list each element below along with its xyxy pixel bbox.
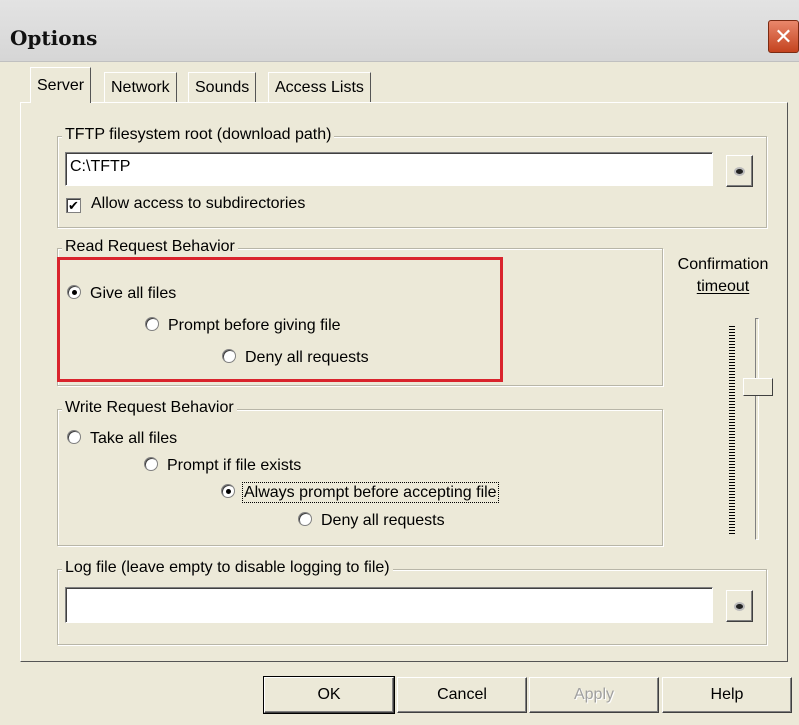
allow-subdirs-checkbox-row[interactable]: ✔ Allow access to subdirectories (66, 195, 305, 213)
tab-network-label: Network (111, 79, 170, 96)
write-option-prompt-exists[interactable]: Prompt if file exists (144, 457, 301, 475)
root-path-input[interactable]: C:\TFTP (65, 152, 713, 186)
tab-access-lists[interactable]: Access Lists (268, 72, 371, 102)
confirmation-label-line2: timeout (696, 278, 750, 295)
slider-thumb[interactable] (743, 378, 773, 396)
apply-button[interactable]: Apply (529, 677, 659, 713)
allow-subdirs-label: Allow access to subdirectories (91, 195, 306, 212)
tab-server-label: Server (37, 77, 85, 94)
write-prompt-exists-radio[interactable] (144, 457, 158, 471)
root-browse-button[interactable] (726, 155, 753, 187)
tab-sounds[interactable]: Sounds (188, 72, 257, 102)
write-always-prompt-radio[interactable] (221, 484, 235, 498)
confirmation-timeout-label: Confirmation timeout (672, 254, 774, 298)
ok-button[interactable]: OK (263, 676, 395, 714)
help-button[interactable]: Help (662, 677, 792, 713)
tab-access-lists-label: Access Lists (275, 79, 364, 96)
write-option-take-all[interactable]: Take all files (67, 430, 177, 448)
cancel-button[interactable]: Cancel (397, 677, 527, 713)
annotation-highlight-box (57, 257, 503, 382)
root-path-legend: TFTP filesystem root (download path) (62, 126, 335, 144)
write-prompt-exists-label: Prompt if file exists (167, 457, 302, 474)
log-file-input[interactable] (65, 587, 713, 623)
tab-network[interactable]: Network (104, 72, 177, 102)
allow-subdirs-checkbox[interactable]: ✔ (66, 198, 81, 213)
title-bar: Options ✕ (0, 0, 799, 62)
close-icon: ✕ (774, 24, 793, 49)
log-file-legend: Log file (leave empty to disable logging… (62, 559, 393, 577)
write-take-all-radio[interactable] (67, 430, 81, 444)
root-path-value: C:\TFTP (70, 158, 131, 175)
browse-icon (734, 601, 745, 611)
confirmation-label-line1: Confirmation (677, 256, 769, 273)
log-browse-button[interactable] (726, 590, 753, 622)
window-title: Options (10, 26, 98, 50)
write-option-deny[interactable]: Deny all requests (298, 512, 445, 530)
write-option-always-prompt[interactable]: Always prompt before accepting file (221, 482, 499, 503)
write-take-all-label: Take all files (90, 430, 178, 447)
slider-ticks (729, 326, 735, 536)
write-deny-label: Deny all requests (321, 512, 445, 529)
write-always-prompt-label: Always prompt before accepting file (242, 482, 499, 503)
close-button[interactable]: ✕ (768, 20, 799, 53)
browse-icon (734, 166, 745, 176)
write-request-legend: Write Request Behavior (62, 399, 237, 417)
confirmation-timeout-slider[interactable] (755, 318, 759, 540)
read-request-legend: Read Request Behavior (62, 238, 238, 256)
tab-sounds-label: Sounds (195, 79, 250, 96)
tab-server[interactable]: Server (30, 67, 92, 103)
write-deny-radio[interactable] (298, 512, 312, 526)
